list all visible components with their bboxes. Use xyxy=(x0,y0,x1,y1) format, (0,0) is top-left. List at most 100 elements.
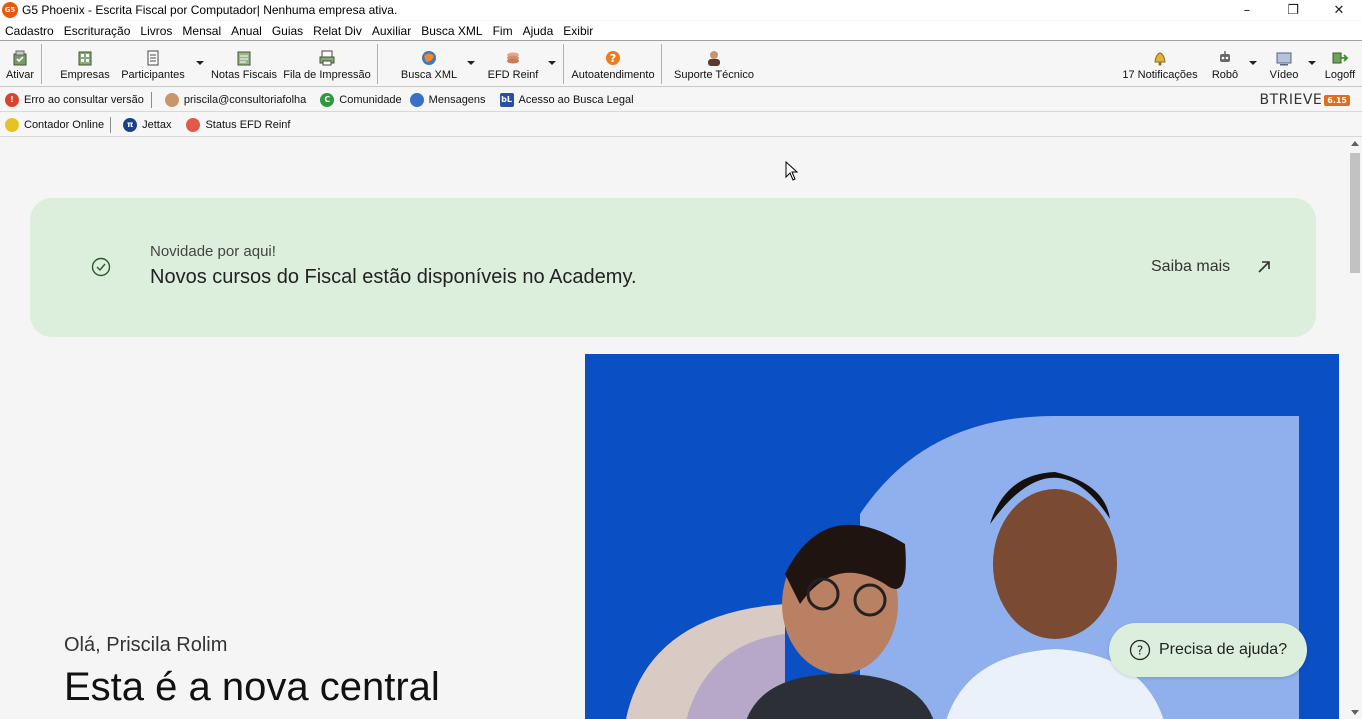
banner-title: Novos cursos do Fiscal estão disponíveis… xyxy=(150,266,637,288)
link-separator xyxy=(150,91,152,108)
participantes-dropdown-icon[interactable] xyxy=(196,61,204,65)
contador-online-label: Contador Online xyxy=(24,118,105,131)
menu-busca-xml[interactable]: Busca XML xyxy=(416,24,487,38)
close-button[interactable]: ✕ xyxy=(1316,0,1362,20)
toolbar-separator xyxy=(563,44,564,84)
suporte-tecnico-label: Suporte Técnico xyxy=(674,69,754,81)
menu-anual[interactable]: Anual xyxy=(226,24,267,38)
help-label: Precisa de ajuda? xyxy=(1159,641,1288,658)
hero-headline: Esta é a nova central xyxy=(64,665,440,709)
robo-label: Robô xyxy=(1211,69,1239,81)
efd-reinf-icon xyxy=(504,49,522,67)
window-title: G5 Phoenix - Escrita Fiscal por Computad… xyxy=(22,3,398,17)
ativar-button[interactable]: Ativar xyxy=(4,42,36,86)
suporte-tecnico-button[interactable]: Suporte Técnico xyxy=(670,42,758,86)
jettax-label: Jettax xyxy=(142,118,172,131)
jettax-link[interactable]: π Jettax xyxy=(123,117,172,132)
efd-reinf-button[interactable]: EFD Reinf xyxy=(485,42,541,86)
menu-bar: Cadastro Escrituração Livros Mensal Anua… xyxy=(0,21,1362,41)
svg-text:?: ? xyxy=(1137,644,1143,658)
contador-online-link[interactable]: Contador Online xyxy=(5,117,105,132)
fila-impressao-button[interactable]: Fila de Impressão xyxy=(283,42,371,86)
efd-reinf-dropdown-icon[interactable] xyxy=(548,61,556,65)
autoatendimento-label: Autoatendimento xyxy=(571,69,655,81)
main-content: Novidade por aqui! Novos cursos do Fisca… xyxy=(0,137,1362,719)
busca-xml-icon xyxy=(420,49,438,67)
banner-kicker: Novidade por aqui! xyxy=(150,243,276,260)
notas-fiscais-label: Notas Fiscais xyxy=(210,69,278,81)
erro-versao-link[interactable]: ! Erro ao consultar versão xyxy=(5,92,144,107)
empresas-icon xyxy=(76,49,94,67)
empresas-button[interactable]: Empresas xyxy=(58,42,112,86)
community-icon: C xyxy=(320,92,335,107)
error-icon: ! xyxy=(5,92,19,107)
notas-fiscais-button[interactable]: Notas Fiscais xyxy=(210,42,278,86)
minimize-button[interactable]: – xyxy=(1224,0,1270,20)
notificacoes-button[interactable]: 17 Notificações xyxy=(1120,42,1200,86)
empresas-label: Empresas xyxy=(60,69,110,81)
question-circle-icon: ? xyxy=(1129,639,1151,661)
check-circle-icon xyxy=(91,257,111,277)
window-controls: – ❐ ✕ xyxy=(1224,0,1362,20)
video-button[interactable]: Vídeo xyxy=(1266,42,1302,86)
robo-dropdown-icon[interactable] xyxy=(1249,61,1257,65)
news-banner: Novidade por aqui! Novos cursos do Fisca… xyxy=(30,198,1316,337)
user-email: priscila@consultoriafolha xyxy=(183,93,307,106)
help-button[interactable]: ? Precisa de ajuda? xyxy=(1109,623,1307,677)
busca-legal-link[interactable]: bL Acesso ao Busca Legal xyxy=(499,92,634,107)
menu-escrituracao[interactable]: Escrituração xyxy=(59,24,136,38)
participantes-label: Participantes xyxy=(121,69,185,81)
status-reinf-link[interactable]: Status EFD Reinf xyxy=(186,117,290,132)
robo-button[interactable]: Robô xyxy=(1208,42,1242,86)
toolbar-separator xyxy=(377,44,378,84)
logoff-button[interactable]: Logoff xyxy=(1322,42,1358,86)
comunidade-label: Comunidade xyxy=(339,93,402,106)
menu-exibir[interactable]: Exibir xyxy=(558,24,598,38)
scroll-down-icon[interactable] xyxy=(1351,710,1359,715)
erro-versao-label: Erro ao consultar versão xyxy=(24,93,144,106)
autoatendimento-button[interactable]: ? Autoatendimento xyxy=(570,42,656,86)
scroll-up-icon[interactable] xyxy=(1351,141,1359,146)
notificacoes-label: 17 Notificações xyxy=(1122,69,1198,81)
bell-icon xyxy=(1151,49,1169,67)
busca-xml-button[interactable]: Busca XML xyxy=(398,42,460,86)
scroll-thumb[interactable] xyxy=(1350,153,1360,273)
mouse-cursor-icon xyxy=(785,161,799,181)
support-agent-icon xyxy=(705,49,723,67)
svg-text:?: ? xyxy=(610,52,616,65)
messages-icon xyxy=(409,92,424,107)
participantes-button[interactable]: Participantes xyxy=(118,42,188,86)
printer-icon xyxy=(318,49,336,67)
menu-fim[interactable]: Fim xyxy=(488,24,518,38)
user-icon xyxy=(164,92,179,107)
link-separator xyxy=(110,116,112,133)
saiba-mais-link[interactable]: Saiba mais xyxy=(1151,258,1230,276)
busca-xml-dropdown-icon[interactable] xyxy=(467,61,475,65)
btrieve-name: BTRIEVE xyxy=(1259,92,1323,108)
notas-fiscais-icon xyxy=(235,49,253,67)
main-toolbar: Ativar Empresas Participantes Notas Fisc… xyxy=(0,42,1362,87)
mensagens-link[interactable]: Mensagens xyxy=(409,92,486,107)
vertical-scrollbar[interactable] xyxy=(1348,137,1362,719)
contador-online-icon xyxy=(5,117,19,132)
menu-guias[interactable]: Guias xyxy=(267,24,308,38)
video-dropdown-icon[interactable] xyxy=(1308,61,1316,65)
links-bar-bottom: Contador Online π Jettax Status EFD Rein… xyxy=(0,113,1362,137)
menu-auxiliar[interactable]: Auxiliar xyxy=(367,24,416,38)
maximize-button[interactable]: ❐ xyxy=(1270,0,1316,20)
ativar-label: Ativar xyxy=(5,69,35,81)
user-account-link[interactable]: priscila@consultoriafolha xyxy=(164,92,307,107)
app-logo-icon: G5 xyxy=(2,2,18,18)
menu-livros[interactable]: Livros xyxy=(135,24,177,38)
greeting-text: Olá, Priscila Rolim xyxy=(64,634,228,656)
video-label: Vídeo xyxy=(1269,69,1299,81)
arrow-up-right-icon[interactable] xyxy=(1255,258,1273,276)
comunidade-link[interactable]: C Comunidade xyxy=(320,92,402,107)
efd-reinf-label: EFD Reinf xyxy=(487,69,539,81)
menu-cadastro[interactable]: Cadastro xyxy=(0,24,59,38)
menu-mensal[interactable]: Mensal xyxy=(177,24,226,38)
help-orange-icon: ? xyxy=(604,49,622,67)
menu-relat-div[interactable]: Relat Div xyxy=(308,24,367,38)
participantes-icon xyxy=(144,49,162,67)
menu-ajuda[interactable]: Ajuda xyxy=(518,24,559,38)
